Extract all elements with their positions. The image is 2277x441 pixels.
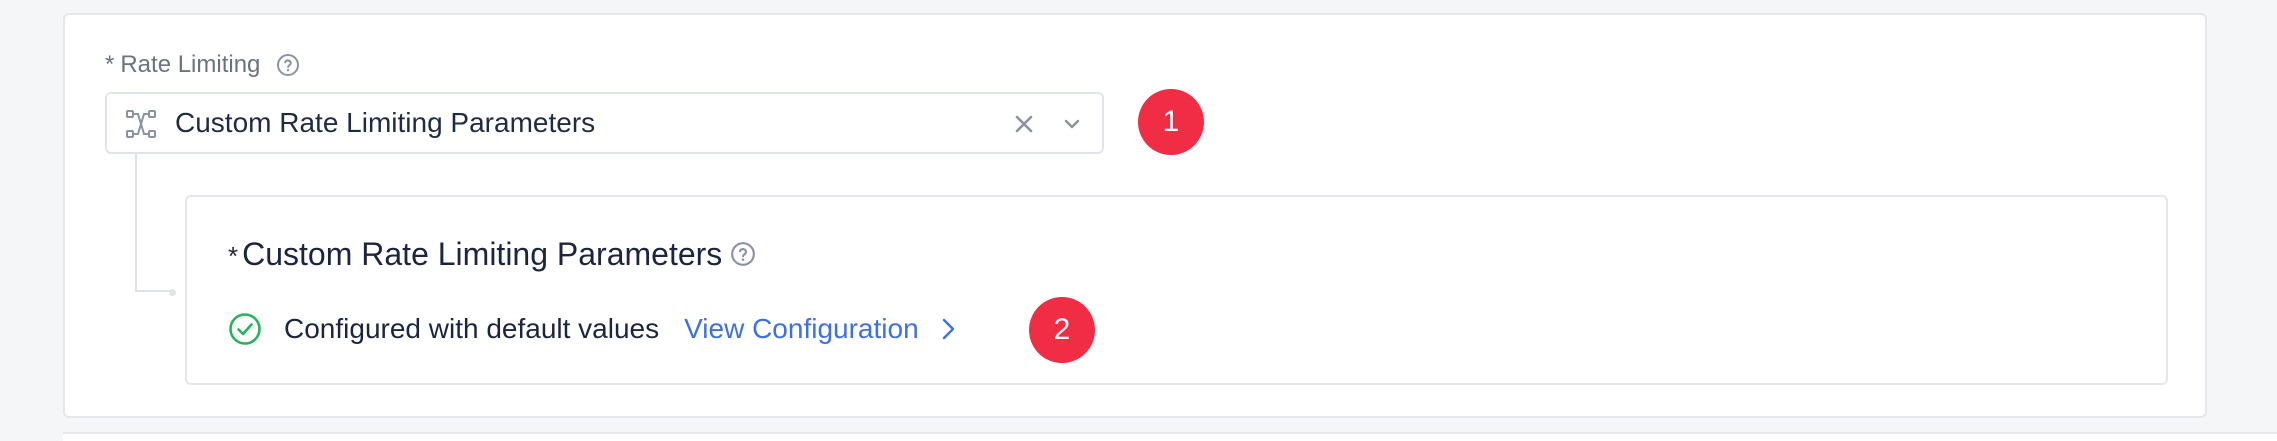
flow-nodes-icon bbox=[126, 110, 156, 138]
rate-limiting-select[interactable]: Custom Rate Limiting Parameters bbox=[105, 92, 1104, 154]
next-section-edge bbox=[63, 432, 2277, 441]
step-badge-2: 2 bbox=[1029, 297, 1095, 363]
help-icon[interactable] bbox=[730, 241, 756, 267]
clear-icon[interactable] bbox=[1010, 110, 1038, 138]
check-circle-icon bbox=[229, 313, 261, 345]
required-mark: * bbox=[105, 51, 115, 78]
chevron-down-icon[interactable] bbox=[1058, 110, 1086, 138]
status-text: Configured with default values bbox=[284, 313, 660, 344]
help-icon[interactable] bbox=[276, 53, 300, 77]
view-configuration-link[interactable]: View Configuration bbox=[684, 313, 961, 345]
select-value: Custom Rate Limiting Parameters bbox=[175, 107, 596, 138]
config-status-row: Configured with default values View Conf… bbox=[228, 307, 961, 351]
custom-params-title: * Custom Rate Limiting Parameters bbox=[228, 233, 756, 275]
required-mark: * bbox=[228, 240, 239, 271]
connector-dot bbox=[169, 289, 176, 296]
tree-connector bbox=[135, 154, 173, 292]
custom-params-title-text: Custom Rate Limiting Parameters bbox=[242, 235, 723, 272]
chevron-right-icon bbox=[942, 318, 954, 340]
rate-limiting-label: * Rate Limiting bbox=[105, 49, 300, 81]
view-configuration-label: View Configuration bbox=[684, 313, 919, 344]
custom-params-card bbox=[185, 195, 2168, 385]
rate-limiting-label-text: Rate Limiting bbox=[120, 51, 261, 78]
step-badge-1: 1 bbox=[1138, 89, 1204, 155]
